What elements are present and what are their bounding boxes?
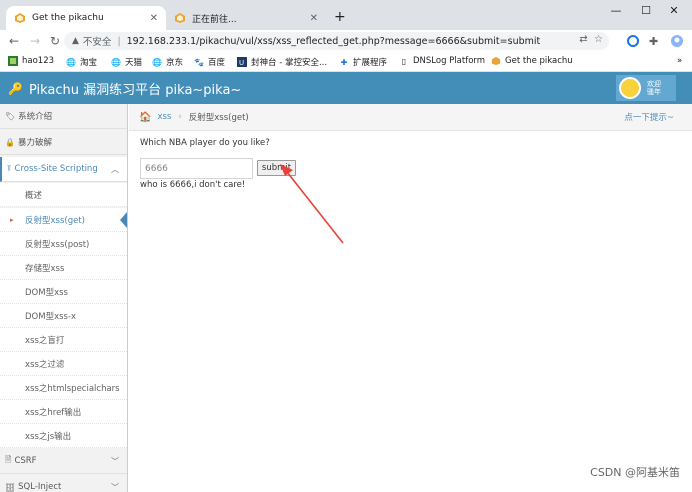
pikachu-favicon-icon [174,12,186,24]
welcome-box[interactable]: 欢迎 骚年 [616,75,676,101]
tab-get-the-pikachu[interactable]: Get the pikachu ✕ [6,6,166,30]
active-indicator-icon [120,212,127,228]
minimize-icon[interactable]: — [606,4,626,17]
forward-icon[interactable]: → [30,34,40,48]
hao123-icon [8,56,18,66]
sidebar-subitem-dom[interactable]: DOM型xss [0,280,127,304]
sidebar-item-brute-force[interactable]: 🔒 暴力破解 [0,130,127,155]
tab-close-icon[interactable]: ✕ [310,13,318,24]
maximize-icon[interactable]: ☐ [636,4,656,17]
sidebar-subitem-htmlspecialchars[interactable]: xss之htmlspecialchars [0,376,127,400]
bookmark-fengshentai[interactable]: U 封神台 - 掌控安全... [237,56,327,68]
bookmark-hao123[interactable]: hao123 [8,56,54,66]
breadcrumb: 🏠 xss › 反射型xss(get) 点一下提示~ [129,104,692,131]
sidebar-subitem-dom-x[interactable]: DOM型xss-x [0,304,127,328]
tab-title: 正在前往... [192,14,237,25]
sidebar-item-xss[interactable]: ⫪ Cross-Site Scripting ︿ [0,157,127,182]
bookmark-extensions[interactable]: ✚ 扩展程序 [339,56,387,69]
pikachu-favicon-icon [14,12,26,24]
globe-icon: 🌐 [111,57,121,67]
chevron-down-icon: ﹀ [111,482,119,492]
xss-icon: ⫪ [7,164,12,173]
key-icon: 🔑 [8,81,23,96]
sidebar: 🏷 系统介绍 🔒 暴力破解 ⫪ Cross-Site Scripting ︿ 概… [0,104,128,492]
welcome-text: 欢迎 骚年 [647,80,661,96]
site-icon: U [237,57,247,67]
tab-loading[interactable]: 正在前往... ✕ [166,6,326,30]
url-text: 192.168.233.1/pikachu/vul/xss/xss_reflec… [126,35,541,47]
puzzle-icon: ✚ [340,57,348,67]
result-message: who is 6666,i don't care! [140,180,246,190]
svg-text:U: U [239,59,244,67]
profile-avatar-icon[interactable] [671,35,683,50]
bookmark-jd[interactable]: 🌐 京东 [152,56,183,69]
sidebar-item-csrf[interactable]: 🗎 CSRF ﹀ [0,449,127,474]
reload-icon[interactable]: ↻ [50,34,60,48]
bookmarks-bar: hao123 🌐 淘宝 🌐 天猫 🌐 京东 🐾 百度 U 封神台 - 掌控安全.… [0,52,692,72]
close-window-icon[interactable]: ✕ [664,4,684,17]
breadcrumb-current: 反射型xss(get) [188,113,249,123]
bookmark-star-icon[interactable]: ☆ [594,34,603,45]
brand[interactable]: 🔑 Pikachu 漏洞练习平台 pika~pika~ [8,79,242,99]
home-icon[interactable]: 🏠 [139,112,151,123]
back-icon[interactable]: ← [9,34,19,48]
message-input[interactable]: 6666 [140,158,253,179]
globe-icon: 🌐 [66,57,76,67]
app-header: 🔑 Pikachu 漏洞练习平台 pika~pika~ 欢迎 骚年 [0,72,692,104]
sidebar-subitem-filter[interactable]: xss之过滤 [0,352,127,376]
document-icon: ▯ [401,56,407,66]
chevron-up-icon: ︿ [111,164,119,174]
extension-circle-icon[interactable] [627,35,639,50]
sidebar-subitem-js[interactable]: xss之js输出 [0,424,127,448]
breadcrumb-xss-link[interactable]: xss [157,112,171,122]
chevron-down-icon: ﹀ [111,456,119,466]
active-bullet-icon: ▸ [10,215,14,224]
new-tab-icon[interactable]: + [334,9,346,25]
warning-icon: ▲ [72,36,79,46]
breadcrumb-separator-icon: › [178,112,182,122]
hint-link[interactable]: 点一下提示~ [624,111,674,123]
bookmark-tmall[interactable]: 🌐 天猫 [111,56,142,69]
watermark: CSDN @阿基米笛 [590,466,680,479]
translate-icon[interactable]: ⇄ [579,34,587,45]
brand-title: Pikachu 漏洞练习平台 pika~pika~ [28,83,242,98]
navigation-bar: ← → ↻ ▲ 不安全 | 192.168.233.1/pikachu/vul/… [0,30,692,52]
sidebar-subitem-reflected-post[interactable]: 反射型xss(post) [0,232,127,256]
sidebar-subitem-reflected-get[interactable]: ▸ 反射型xss(get) [0,208,127,232]
submit-button[interactable]: submit [257,160,296,176]
sidebar-item-intro[interactable]: 🏷 系统介绍 [0,104,127,129]
baidu-icon: 🐾 [194,57,204,67]
sidebar-subitem-stored[interactable]: 存储型xss [0,256,127,280]
bookmark-baidu[interactable]: 🐾 百度 [194,56,225,69]
tag-icon: 🏷 [5,111,16,121]
pikachu-avatar [619,77,641,99]
lock-icon: 🔒 [5,137,15,147]
sidebar-subitem-overview[interactable]: 概述 [0,183,127,207]
tab-title: Get the pikachu [32,13,104,23]
csrf-icon: 🗎 [5,455,12,464]
browser-tab-bar: Get the pikachu ✕ 正在前往... ✕ + — ☐ ✕ [0,0,692,30]
bookmark-taobao[interactable]: 🌐 淘宝 [66,56,97,69]
pikachu-icon [491,56,501,66]
sidebar-subitem-href[interactable]: xss之href输出 [0,400,127,424]
more-bookmarks-icon[interactable]: » [677,56,682,66]
globe-icon: 🌐 [152,57,162,67]
address-bar[interactable]: ▲ 不安全 | 192.168.233.1/pikachu/vul/xss/xs… [64,32,609,50]
security-label: 不安全 [82,37,112,48]
bookmark-dnslog[interactable]: ▯ DNSLog Platform [399,56,485,66]
puzzle-icon[interactable]: ✚ [649,35,658,48]
sidebar-subitem-blind[interactable]: xss之盲打 [0,328,127,352]
form-question: Which NBA player do you like? [140,138,270,148]
tab-close-icon[interactable]: ✕ [150,13,158,24]
database-icon: 🗄 [5,482,16,492]
bookmark-pikachu[interactable]: Get the pikachu [491,56,573,66]
sidebar-item-sqli[interactable]: 🗄 SQL-Inject ﹀ [0,475,127,492]
